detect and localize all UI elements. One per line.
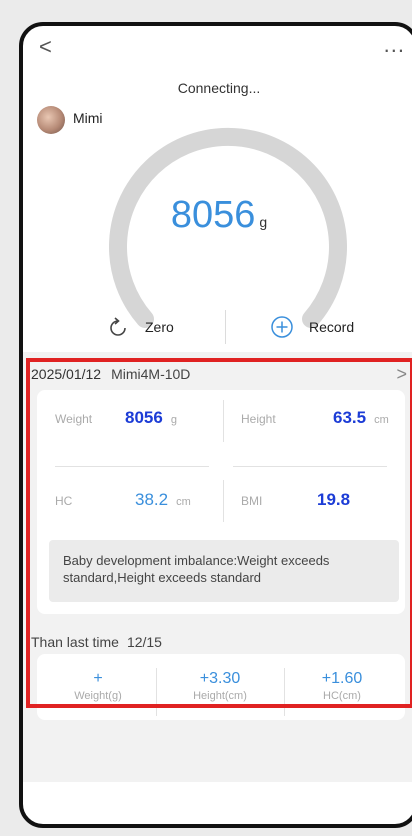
- metric-divider: [55, 466, 209, 467]
- zero-label: Zero: [145, 319, 174, 335]
- record-header[interactable]: 2025/01/12 Mimi4M-10D >: [31, 364, 411, 385]
- metric-unit: g: [170, 414, 177, 426]
- metric-hc: HC 38.2 cm: [55, 490, 191, 510]
- zero-button[interactable]: Zero: [105, 314, 174, 340]
- record-device: Mimi4M-10D: [111, 366, 191, 382]
- refresh-icon: [105, 314, 131, 340]
- weight-value: 8056: [170, 194, 256, 236]
- comparison-weight: + Weight(g): [43, 670, 153, 702]
- metric-value: 19.8: [317, 490, 351, 509]
- comparison-label: Weight(g): [74, 690, 122, 702]
- comparison-height: +3.30 Height(cm): [165, 670, 275, 702]
- development-advice: Baby development imbalance:Weight exceed…: [49, 540, 399, 602]
- more-options-icon[interactable]: ...: [384, 34, 405, 56]
- measurement-card: Weight 8056 g Height 63.5 cm HC 38.2 cm …: [37, 390, 405, 614]
- comparison-value: +3.30: [199, 670, 241, 687]
- comparison-hc: +1.60 HC(cm): [287, 670, 397, 702]
- metric-label: BMI: [241, 494, 263, 508]
- action-divider: [225, 310, 226, 344]
- metric-value: 8056: [125, 408, 163, 427]
- comparison-date: 12/15: [126, 634, 162, 650]
- record-label: Record: [309, 319, 355, 335]
- comparison-label: Than last time: [31, 634, 119, 650]
- metric-height: Height 63.5 cm: [241, 408, 389, 428]
- metric-divider: [233, 466, 387, 467]
- connection-status: Connecting...: [177, 80, 261, 96]
- comparison-value: +1.60: [321, 670, 363, 687]
- comparison-divider: [156, 668, 157, 716]
- comparison-label: Height(cm): [193, 690, 247, 702]
- metric-value: 63.5: [333, 408, 367, 427]
- comparison-card: + Weight(g) +3.30 Height(cm) +1.60 HC(cm…: [37, 654, 405, 720]
- metric-divider: [223, 400, 224, 442]
- record-date: 2025/01/12: [31, 366, 102, 382]
- record-button[interactable]: Record: [269, 314, 354, 340]
- action-bar: Zero Record: [23, 310, 412, 346]
- phone-screen: < ... Connecting... Mimi 8056 g Zero Rec…: [19, 22, 412, 828]
- metric-divider: [223, 480, 224, 522]
- metric-label: HC: [55, 494, 73, 508]
- avatar[interactable]: [37, 106, 65, 134]
- record-section: 2025/01/12 Mimi4M-10D > Weight 8056 g He…: [23, 352, 412, 782]
- metric-label: Weight: [55, 412, 93, 426]
- add-circle-icon: [269, 314, 295, 340]
- comparison-value: +: [93, 670, 103, 687]
- chevron-right-icon[interactable]: >: [396, 364, 407, 385]
- user-name: Mimi: [73, 110, 103, 126]
- metric-weight: Weight 8056 g: [55, 408, 177, 428]
- metric-unit: cm: [176, 496, 191, 508]
- weight-unit: g: [259, 214, 268, 230]
- metric-value: 38.2: [135, 490, 169, 509]
- comparison-header: Than last time 12/15: [31, 634, 162, 650]
- comparison-label: HC(cm): [323, 690, 361, 702]
- comparison-divider: [284, 668, 285, 716]
- metric-unit: cm: [374, 414, 389, 426]
- metric-label: Height: [241, 412, 276, 426]
- weight-reading: 8056 g: [23, 194, 412, 237]
- metric-bmi: BMI 19.8: [241, 490, 350, 510]
- back-icon[interactable]: <: [39, 36, 52, 58]
